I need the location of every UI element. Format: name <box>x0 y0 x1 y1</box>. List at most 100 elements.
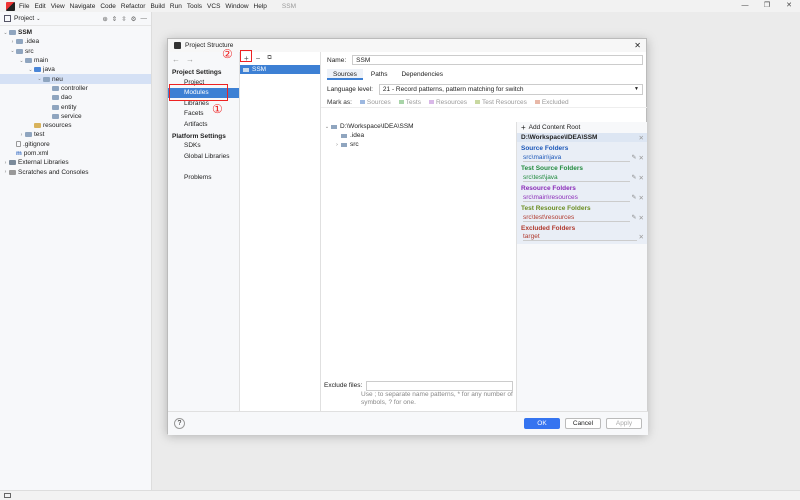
package-icon <box>52 104 59 110</box>
tab-paths[interactable]: Paths <box>365 69 394 80</box>
forward-arrow-icon[interactable]: → <box>186 55 194 64</box>
nav-artifacts[interactable]: Artifacts <box>168 119 239 130</box>
module-folder-icon <box>9 30 16 36</box>
tree-arrow-icon[interactable]: ⌄ <box>18 58 25 64</box>
tree-node[interactable]: resources <box>0 121 151 130</box>
nav-global-libraries[interactable]: Global Libraries <box>168 151 239 162</box>
resources-folder-icon <box>428 99 434 104</box>
nav-sdks[interactable]: SDKs <box>168 141 239 152</box>
remove-icon[interactable]: ✕ <box>639 214 644 222</box>
menu-view[interactable]: View <box>51 3 65 10</box>
remove-icon[interactable]: ✕ <box>639 174 644 182</box>
tree-arrow-icon[interactable]: ⌄ <box>36 76 43 82</box>
menu-window[interactable]: Window <box>225 3 248 10</box>
tree-arrow-icon[interactable]: › <box>333 142 341 148</box>
tree-node[interactable]: ⌄ SSM <box>0 28 151 37</box>
tree-node[interactable]: ⌄ src <box>0 47 151 56</box>
back-arrow-icon[interactable]: ← <box>172 55 180 64</box>
module-item-label: SSM <box>252 66 267 73</box>
cancel-button[interactable]: Cancel <box>565 418 601 429</box>
tree-node-label: service <box>61 112 82 120</box>
mark-excluded-button[interactable]: Excluded <box>534 99 569 106</box>
menu-edit[interactable]: Edit <box>34 3 45 10</box>
menu-build[interactable]: Build <box>150 3 164 10</box>
chevron-down-icon[interactable]: ⌄ <box>36 16 40 22</box>
tree-node[interactable]: .idea <box>321 131 516 140</box>
tree-arrow-icon[interactable]: › <box>2 160 9 166</box>
hide-icon[interactable]: — <box>141 15 148 23</box>
nav-problems[interactable]: Problems <box>168 173 239 184</box>
remove-module-button[interactable]: − <box>256 54 261 63</box>
tree-node[interactable]: › External Libraries <box>0 158 151 167</box>
gear-icon[interactable]: ⚙ <box>131 15 137 23</box>
tree-node[interactable]: ⌄ D:\Workspace\IDEA\SSM <box>321 122 516 131</box>
minimize-icon[interactable]: — <box>734 0 756 12</box>
apply-button[interactable]: Apply <box>606 418 642 429</box>
add-content-root-button[interactable]: + Add Content Root <box>517 122 647 133</box>
locate-icon[interactable]: ⊕ <box>102 15 107 23</box>
remove-icon[interactable]: ✕ <box>639 194 644 202</box>
tree-arrow-icon[interactable]: › <box>2 169 9 175</box>
tree-node[interactable]: › Scratches and Consoles <box>0 167 151 176</box>
nav-facets[interactable]: Facets <box>168 109 239 120</box>
menu-refactor[interactable]: Refactor <box>121 3 146 10</box>
close-icon[interactable]: ✕ <box>634 41 641 50</box>
tree-node[interactable]: entity <box>0 102 151 111</box>
language-level-select[interactable]: 21 - Record patterns, pattern matching f… <box>378 83 643 95</box>
menu-code[interactable]: Code <box>100 3 116 10</box>
tree-node[interactable]: service <box>0 112 151 121</box>
module-item-ssm[interactable]: SSM <box>240 65 320 74</box>
collapse-all-icon[interactable]: ⇳ <box>121 15 126 23</box>
window-title: SSM <box>281 2 297 10</box>
edit-icon[interactable]: ✎ <box>632 154 637 161</box>
mark-test-resources-button[interactable]: Test Resources <box>475 99 527 106</box>
tree-node-selected[interactable]: ⌄ neu <box>0 74 151 84</box>
mark-option-label: Resources <box>435 98 468 106</box>
exclude-files-input[interactable] <box>366 380 513 391</box>
tree-arrow-icon[interactable]: › <box>18 132 25 138</box>
tree-node[interactable]: m pom.xml <box>0 149 151 158</box>
remove-icon[interactable]: ✕ <box>639 154 644 162</box>
help-button[interactable]: ? <box>174 418 185 429</box>
edit-icon[interactable]: ✎ <box>632 214 637 221</box>
maximize-icon[interactable]: ❐ <box>756 0 778 12</box>
menu-tools[interactable]: Tools <box>187 3 202 10</box>
tree-arrow-icon[interactable]: › <box>9 39 16 45</box>
tree-arrow-icon[interactable]: ⌄ <box>2 30 9 36</box>
project-view-selector[interactable]: Project <box>14 15 34 22</box>
menu-help[interactable]: Help <box>254 3 267 10</box>
close-icon[interactable]: ✕ <box>778 0 800 12</box>
tree-node[interactable]: .gitignore <box>0 140 151 149</box>
ok-button[interactable]: OK <box>524 418 560 429</box>
tree-node[interactable]: dao <box>0 93 151 102</box>
expand-all-icon[interactable]: ⇕ <box>112 15 117 23</box>
tree-node[interactable]: ⌄ java <box>0 65 151 74</box>
status-panel-icon[interactable] <box>4 493 11 498</box>
tree-arrow-icon[interactable]: ⌄ <box>323 124 331 130</box>
copy-module-button[interactable]: ⧉ <box>267 55 271 62</box>
menu-file[interactable]: File <box>19 3 29 10</box>
name-field[interactable]: SSM <box>352 55 643 65</box>
edit-icon[interactable]: ✎ <box>632 194 637 201</box>
edit-icon[interactable]: ✎ <box>632 174 637 181</box>
mark-resources-button[interactable]: Resources <box>428 98 468 106</box>
exclude-files-hint: Use ; to separate name patterns, * for a… <box>361 391 513 406</box>
menu-navigate[interactable]: Navigate <box>70 3 96 10</box>
tree-arrow-icon[interactable]: ⌄ <box>27 67 34 73</box>
remove-root-icon[interactable]: ✕ <box>639 134 644 142</box>
tree-node[interactable]: › src <box>321 140 516 149</box>
mark-sources-button[interactable]: Sources <box>359 99 391 106</box>
dialog-buttons: OK Cancel Apply <box>524 418 642 429</box>
tree-arrow-icon[interactable]: ⌄ <box>9 48 16 54</box>
tree-node[interactable]: controller <box>0 84 151 93</box>
menu-run[interactable]: Run <box>170 3 182 10</box>
annotation-number-1: ① <box>212 102 223 116</box>
tree-node[interactable]: › test <box>0 130 151 139</box>
remove-icon[interactable]: ✕ <box>639 233 644 241</box>
tree-node[interactable]: › .idea <box>0 37 151 46</box>
tab-sources[interactable]: Sources <box>327 69 363 80</box>
tree-node[interactable]: ⌄ main <box>0 56 151 65</box>
mark-tests-button[interactable]: Tests <box>398 99 421 106</box>
tab-dependencies[interactable]: Dependencies <box>395 69 449 80</box>
menu-vcs[interactable]: VCS <box>207 3 220 10</box>
